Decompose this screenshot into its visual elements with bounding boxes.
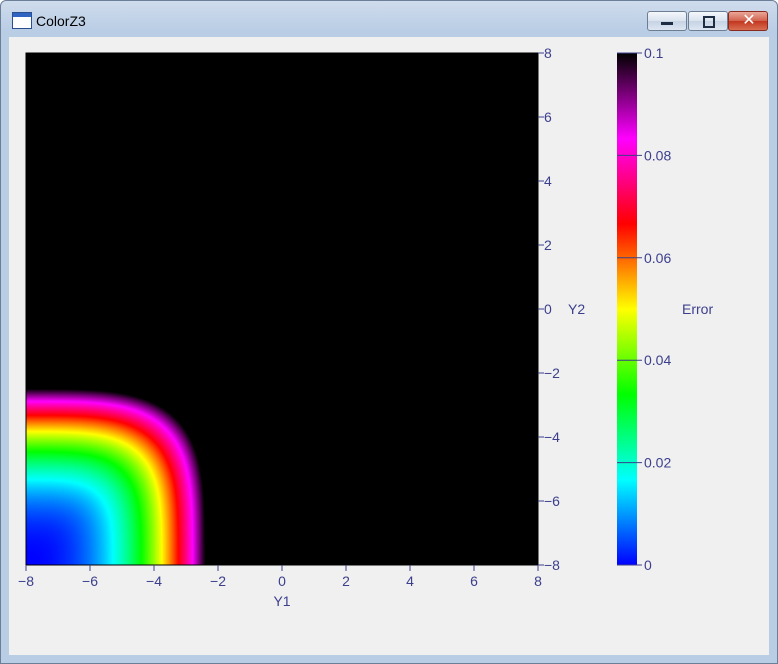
y-tick-label: −4 (544, 429, 560, 445)
x-tick-label: −4 (146, 573, 162, 589)
maximize-button[interactable] (688, 11, 728, 31)
heatmap (26, 53, 538, 565)
x-axis-ticks: −8 −6 −4 −2 0 2 4 6 8 (18, 565, 542, 589)
y-tick-label: −6 (544, 493, 560, 509)
x-tick-label: −8 (18, 573, 34, 589)
colorbar-label: Error (682, 301, 713, 317)
close-button[interactable]: ✕ (728, 11, 768, 31)
y-tick-label: 8 (544, 45, 552, 61)
x-tick-label: −6 (82, 573, 98, 589)
colorbar (617, 53, 637, 565)
application-window: ColorZ3 ✕ −8 −6 −4 −2 0 2 4 6 8 8 6 4 2 0 −2 −4 −6 −8 Y1… (0, 0, 778, 664)
heatmap-image (26, 53, 538, 565)
x-tick-label: 8 (534, 573, 542, 589)
close-icon: ✕ (742, 12, 756, 29)
x-tick-label: 2 (342, 573, 350, 589)
colorbar-gradient (617, 53, 637, 565)
colorbar-tick-label: 0.1 (644, 45, 664, 61)
y-axis-ticks: 8 6 4 2 0 −2 −4 −6 −8 (538, 45, 560, 573)
title-bar[interactable]: ColorZ3 ✕ (1, 1, 777, 37)
y-tick-label: 6 (544, 109, 552, 125)
app-window-icon (12, 12, 32, 29)
colorbar-tick-label: 0.08 (644, 147, 671, 163)
colorbar-tick-label: 0.04 (644, 352, 671, 368)
y-tick-label: −2 (544, 365, 560, 381)
y-axis-label: Y2 (568, 301, 585, 317)
y-tick-label: 0 (544, 301, 552, 317)
minimize-button[interactable] (647, 11, 687, 31)
colorbar-tick-label: 0.06 (644, 250, 671, 266)
restore-icon (703, 16, 715, 28)
colorbar-tick-label: 0.02 (644, 455, 671, 471)
client-area: −8 −6 −4 −2 0 2 4 6 8 8 6 4 2 0 −2 −4 −6 −8 Y1 Y2 0.1 0.0… (9, 37, 769, 655)
y-tick-label: 2 (544, 237, 552, 253)
x-tick-label: 6 (470, 573, 478, 589)
minimize-icon (661, 22, 673, 25)
x-axis-label: Y1 (273, 593, 290, 609)
y-tick-label: −8 (544, 557, 560, 573)
y-tick-label: 4 (544, 173, 552, 189)
x-tick-label: −2 (210, 573, 226, 589)
window-title: ColorZ3 (36, 13, 86, 29)
colorbar-tick-label: 0 (644, 557, 652, 573)
chart-svg: −8 −6 −4 −2 0 2 4 6 8 8 6 4 2 0 −2 −4 −6 −8 Y1 Y2 0.1 0.0… (18, 45, 713, 609)
x-tick-label: 4 (406, 573, 414, 589)
x-tick-label: 0 (278, 573, 286, 589)
